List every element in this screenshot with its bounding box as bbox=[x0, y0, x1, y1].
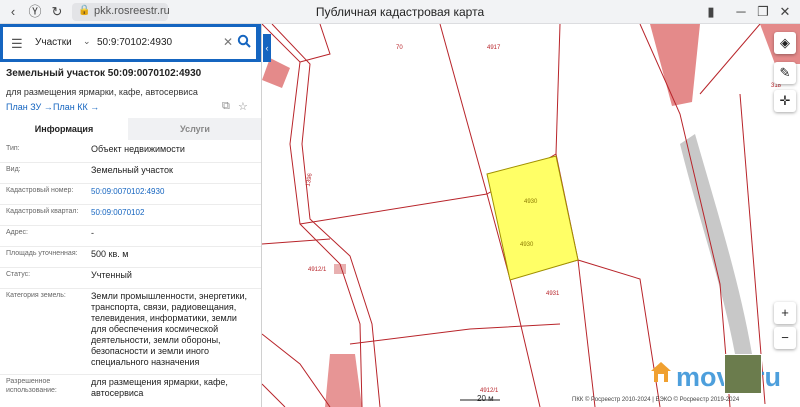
object-title: Земельный участок 50:09:0070102:4930 bbox=[6, 68, 202, 79]
bookmark-icon[interactable]: ▮ bbox=[702, 3, 720, 21]
back-icon[interactable]: ‹ bbox=[4, 3, 22, 21]
attribute-key: Разрешенное использование: bbox=[6, 378, 57, 394]
attribute-row: Статус: Учтенный bbox=[0, 268, 261, 289]
info-panel: ☰ Участки ⌄ ✕ Земельный участок 50:09:00… bbox=[0, 24, 262, 407]
attribute-row: Вид: Земельный участок bbox=[0, 163, 261, 184]
attribute-key: Кадастровый номер: bbox=[6, 187, 74, 194]
layers-icon[interactable]: ◈ bbox=[774, 32, 796, 54]
menu-icon[interactable]: ☰ bbox=[11, 36, 23, 52]
locate-icon[interactable]: ✛ bbox=[774, 90, 796, 112]
attribute-value: 500 кв. м bbox=[91, 249, 129, 259]
attribute-row: Адрес: - bbox=[0, 226, 261, 247]
attribute-key: Площадь уточненная: bbox=[6, 250, 78, 257]
cadastral-quarter-link[interactable]: 50:09:0070102 bbox=[91, 207, 254, 218]
attribute-value: для размещения ярмарки, кафе, автосервис… bbox=[91, 377, 228, 398]
plan-kk-link[interactable]: План КК → bbox=[53, 102, 99, 112]
zoom-to-object-icon[interactable]: ⧉ bbox=[222, 100, 230, 113]
attribute-row: Кадастровый номер: 50:09:0070102:4930 bbox=[0, 184, 261, 205]
attribute-row: Категория земель: Земли промышленности, … bbox=[0, 289, 261, 375]
attribute-key: Кадастровый квартал: bbox=[6, 208, 79, 215]
attribute-row: Тип: Объект недвижимости bbox=[0, 142, 261, 163]
object-subtitle: для размещения ярмарки, кафе, автосервис… bbox=[6, 87, 198, 97]
cadastral-number-link[interactable]: 50:09:0070102:4930 bbox=[91, 186, 254, 197]
attribute-value: Объект недвижимости bbox=[91, 144, 185, 154]
minimize-icon[interactable]: ─ bbox=[732, 3, 750, 21]
plan-zu-link[interactable]: План ЗУ → bbox=[6, 102, 53, 112]
url-text[interactable]: pkk.rosreestr.ru bbox=[94, 5, 170, 17]
tab-services[interactable]: Услуги bbox=[128, 118, 261, 140]
zoom-in-button[interactable]: + bbox=[774, 302, 796, 324]
search-icon[interactable] bbox=[237, 34, 251, 48]
attribute-key: Тип: bbox=[6, 145, 20, 152]
search-input[interactable] bbox=[97, 37, 217, 48]
attribute-row: Разрешенное использование: для размещени… bbox=[0, 375, 261, 407]
attribute-key: Вид: bbox=[6, 166, 21, 173]
lock-icon: 🔒 bbox=[78, 5, 91, 16]
satellite-thumbnail[interactable] bbox=[724, 354, 762, 394]
yandex-logo-icon[interactable]: Ⓨ bbox=[26, 3, 44, 21]
attribute-row: Кадастровый квартал: 50:09:0070102 bbox=[0, 205, 261, 226]
parcel-label: 4930 bbox=[524, 199, 538, 205]
attribute-key: Адрес: bbox=[6, 229, 28, 236]
tab-bar: Информация Услуги bbox=[0, 118, 261, 140]
search-type-select[interactable]: Участки bbox=[35, 37, 72, 48]
search-box: ☰ Участки ⌄ ✕ bbox=[3, 27, 256, 59]
building-shape bbox=[262, 58, 290, 88]
ruler-icon[interactable]: ✎ bbox=[774, 62, 796, 84]
scale-label: 20 м bbox=[477, 394, 494, 403]
attribute-row: Площадь уточненная: 500 кв. м bbox=[0, 247, 261, 268]
parcel-label: 70 bbox=[396, 45, 403, 51]
zoom-out-button[interactable]: − bbox=[774, 327, 796, 349]
parcel-label: 4917 bbox=[487, 45, 501, 51]
attribute-value: Земельный участок bbox=[91, 165, 173, 175]
attribute-key: Статус: bbox=[6, 271, 31, 278]
close-icon[interactable]: ✕ bbox=[776, 3, 794, 21]
move-logo-icon bbox=[651, 362, 671, 382]
star-icon[interactable]: ☆ bbox=[238, 100, 248, 113]
copyright-text: ПКК © Росреестр 2010-2024 | ЕЭКО © Росре… bbox=[572, 397, 740, 403]
search-bar: ☰ Участки ⌄ ✕ bbox=[0, 24, 261, 62]
building-shape bbox=[325, 354, 362, 407]
tab-info[interactable]: Информация bbox=[0, 118, 128, 140]
browser-bar: ‹ Ⓨ ↻ 🔒 pkk.rosreestr.ru Публичная кадас… bbox=[0, 0, 800, 24]
attribute-value: - bbox=[91, 228, 94, 238]
attribute-key: Категория земель: bbox=[6, 292, 66, 299]
clear-icon[interactable]: ✕ bbox=[223, 35, 233, 49]
chevron-down-icon[interactable]: ⌄ bbox=[83, 36, 91, 47]
restore-icon[interactable]: ❐ bbox=[754, 3, 772, 21]
attribute-value: Земли промышленности, энергетики, трансп… bbox=[91, 291, 248, 367]
selected-parcel bbox=[486, 155, 579, 281]
collapse-panel-button[interactable]: ‹ bbox=[263, 34, 271, 62]
refresh-icon[interactable]: ↻ bbox=[48, 3, 66, 21]
parcel-label: 4912/1 bbox=[308, 267, 327, 273]
attribute-value: Учтенный bbox=[91, 270, 132, 280]
parcel-label: 4930 bbox=[520, 242, 534, 248]
parcel-label: 4931 bbox=[546, 291, 560, 297]
road-shape bbox=[680, 134, 752, 354]
building-shape bbox=[650, 24, 700, 106]
